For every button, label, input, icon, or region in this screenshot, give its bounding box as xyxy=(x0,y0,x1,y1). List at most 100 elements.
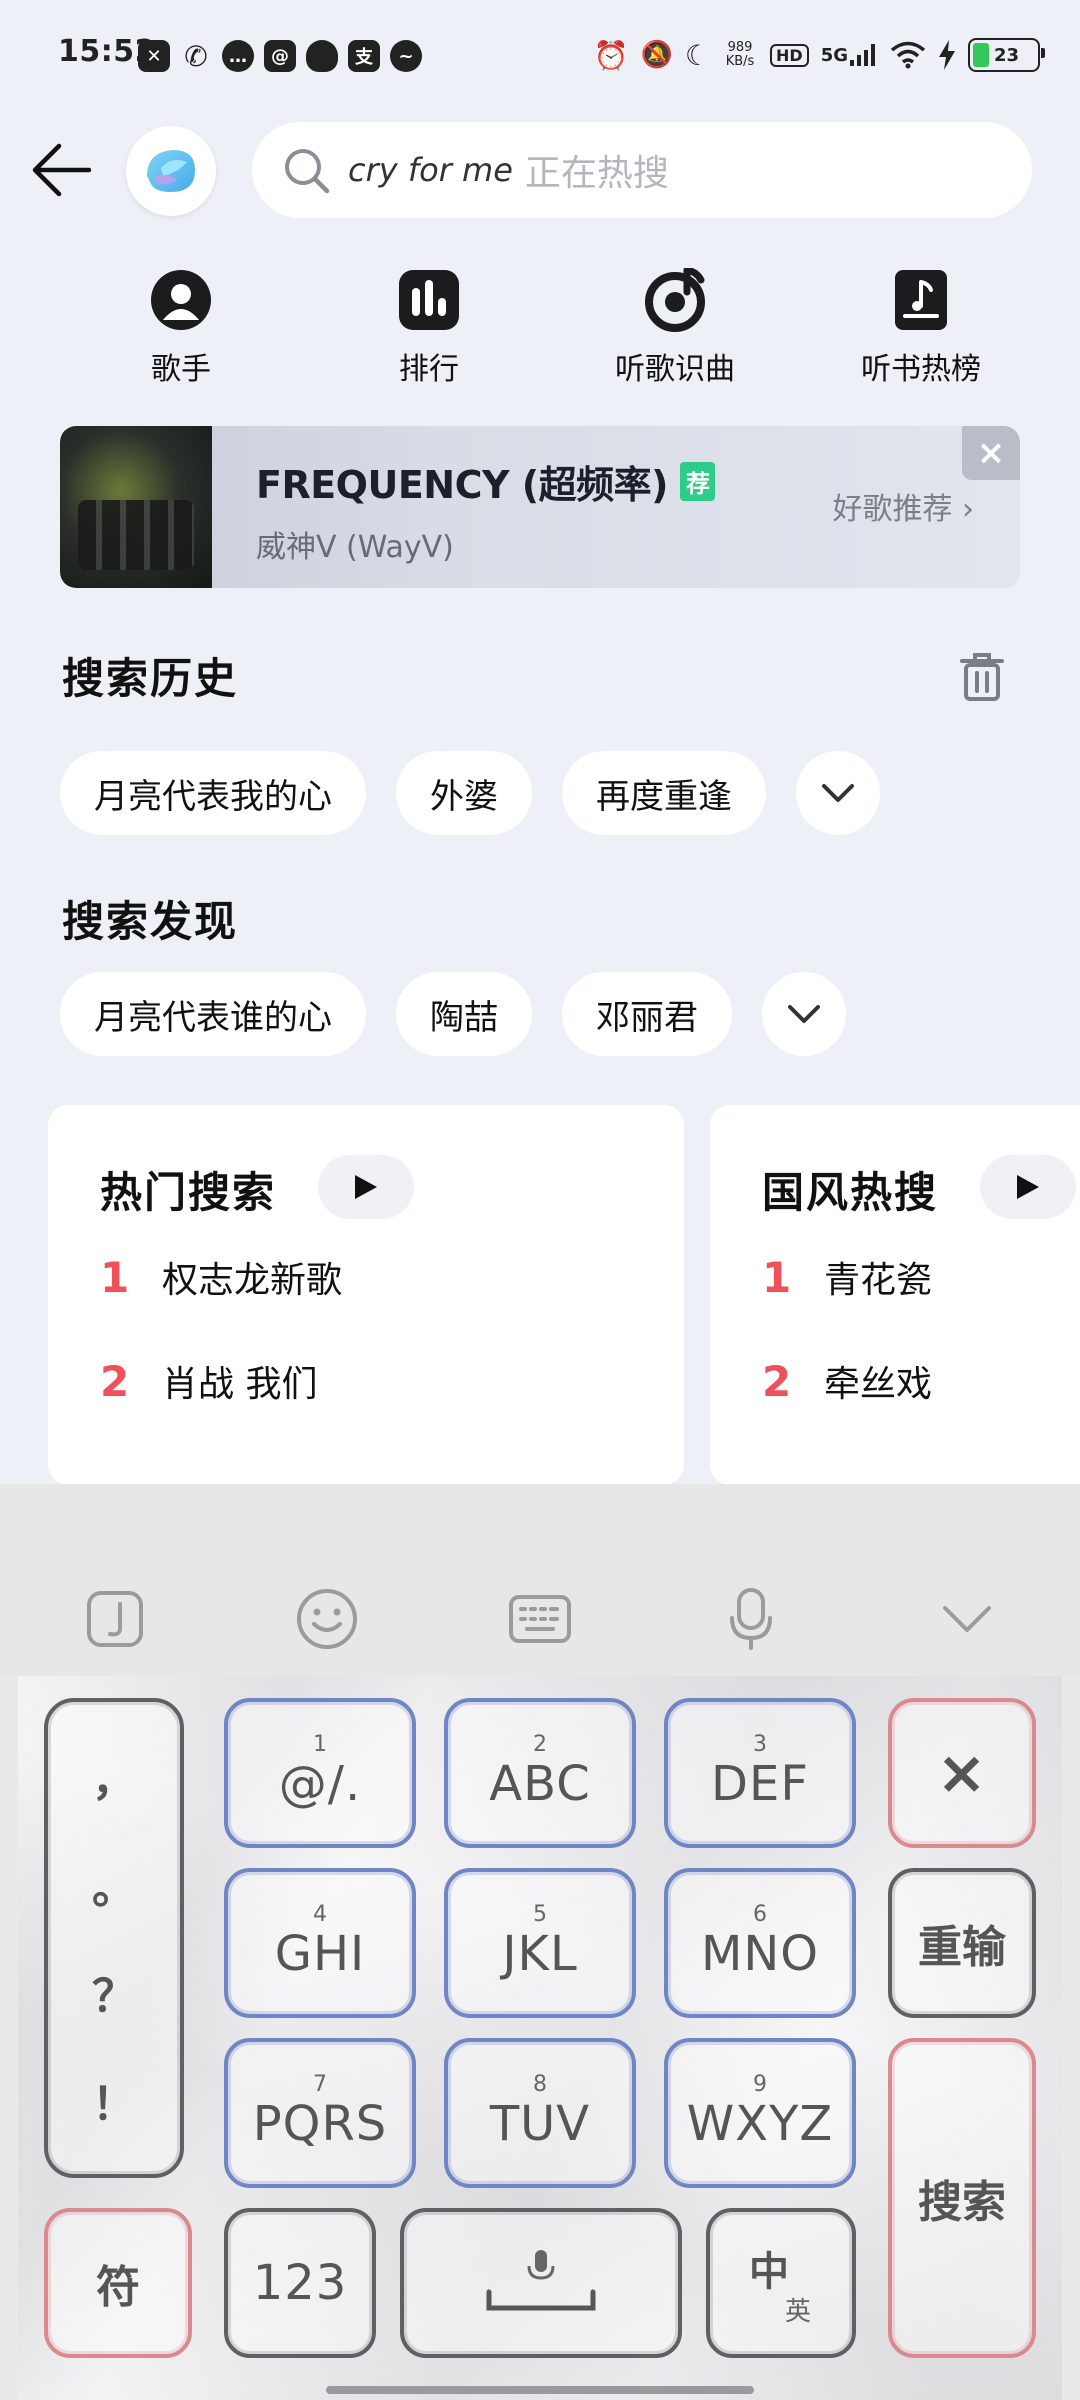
quick-nav-singer[interactable]: 歌手 xyxy=(96,268,266,388)
search-bar[interactable]: cry for me 正在热搜 xyxy=(252,122,1032,218)
alipay-icon: 支 xyxy=(348,40,380,72)
delete-key[interactable]: × xyxy=(888,1698,1036,1848)
key-sub-label: 英 xyxy=(784,2296,811,2327)
key-label: @/. xyxy=(278,1756,362,1812)
hot-search-item[interactable]: 2 牵丝戏 xyxy=(762,1355,932,1407)
capcut-icon: ✕ xyxy=(138,40,170,72)
clear-history-button[interactable] xyxy=(950,645,1014,709)
album-cover xyxy=(60,426,212,588)
key-number: 9 xyxy=(753,2072,767,2097)
recommendation-banner[interactable]: FREQUENCY (超频率) 荐 威神V (WayV) 好歌推荐 › × xyxy=(60,426,1020,588)
key-number: 2 xyxy=(533,1732,547,1757)
hot-search-item[interactable]: 1 青花瓷 xyxy=(762,1251,932,1303)
punctuation-question[interactable]: ？ xyxy=(92,1960,136,2024)
key-6[interactable]: 6 MNO xyxy=(664,1868,856,2018)
discover-chip[interactable]: 邓丽君 xyxy=(562,972,732,1056)
discover-chip[interactable]: 陶喆 xyxy=(396,972,532,1056)
do-not-disturb-icon: ☾ xyxy=(684,38,711,72)
hot-search-text: 牵丝戏 xyxy=(824,1364,933,1405)
key-label: WXYZ xyxy=(686,2096,834,2152)
key-3[interactable]: 3 DEF xyxy=(664,1698,856,1848)
search-history-title: 搜索历史 xyxy=(62,654,239,703)
punctuation-comma[interactable]: ， xyxy=(92,1744,136,1808)
back-button[interactable] xyxy=(25,135,95,205)
network-speed-unit: KB/s xyxy=(725,54,755,69)
language-switch-key[interactable]: 中 英 xyxy=(706,2208,856,2358)
punctuation-list[interactable]: ， 。 ？ ！ xyxy=(44,1698,184,2178)
key-number: 8 xyxy=(533,2072,547,2097)
key-8[interactable]: 8 TUV xyxy=(444,2038,636,2188)
key-1[interactable]: 1 @/. xyxy=(224,1698,416,1848)
hot-search-item[interactable]: 1 权志龙新歌 xyxy=(100,1251,342,1303)
backspace-icon: × xyxy=(936,1738,988,1808)
keyboard-switch-button[interactable] xyxy=(505,1584,575,1654)
guofeng-hot-card: 国风热搜 1 青花瓷 2 牵丝戏 xyxy=(710,1105,1080,1485)
history-chip[interactable]: 再度重逢 xyxy=(562,751,766,835)
search-input[interactable]: cry for me xyxy=(348,151,513,189)
banner-artist: 威神V (WayV) xyxy=(256,530,454,565)
app-logo[interactable] xyxy=(126,126,216,216)
hot-search-item[interactable]: 2 肖战 我们 xyxy=(100,1355,317,1407)
key-5[interactable]: 5 JKL xyxy=(444,1868,636,2018)
quick-nav-music-recognition[interactable]: 听歌识曲 xyxy=(590,268,760,388)
expand-history-button[interactable] xyxy=(796,751,880,835)
symbols-key[interactable]: 符 xyxy=(44,2208,192,2358)
punctuation-period[interactable]: 。 xyxy=(92,1852,136,1916)
skin-button[interactable] xyxy=(80,1584,150,1654)
space-key[interactable] xyxy=(400,2208,682,2358)
chart-icon xyxy=(397,268,461,332)
play-hot-search-button[interactable] xyxy=(318,1155,414,1219)
expand-discover-button[interactable] xyxy=(762,972,846,1056)
history-chip[interactable]: 外婆 xyxy=(396,751,532,835)
play-icon xyxy=(1017,1175,1039,1199)
back-arrow-icon xyxy=(32,143,91,197)
emoji-button[interactable] xyxy=(292,1584,362,1654)
quick-nav-label: 听歌识曲 xyxy=(615,352,735,387)
search-key[interactable]: 搜索 xyxy=(888,2038,1036,2358)
reset-key[interactable]: 重输 xyxy=(888,1868,1036,2018)
numbers-key[interactable]: 123 xyxy=(224,2208,376,2358)
quick-nav-label: 听书热榜 xyxy=(861,352,981,387)
key-label: PQRS xyxy=(252,2096,388,2152)
chevron-down-icon xyxy=(822,784,854,802)
key-7[interactable]: 7 PQRS xyxy=(224,2038,416,2188)
hide-keyboard-button[interactable] xyxy=(932,1584,1002,1654)
key-label: 搜索 xyxy=(918,2177,1006,2228)
singer-icon xyxy=(149,268,213,332)
key-number: 1 xyxy=(313,1732,327,1757)
network-speed: 989 KB/s xyxy=(722,41,758,69)
key-number: 4 xyxy=(313,1902,327,1927)
voice-input-button[interactable] xyxy=(716,1584,786,1654)
rank-number: 1 xyxy=(100,1252,130,1302)
quick-nav-chart[interactable]: 排行 xyxy=(344,268,514,388)
rank-number: 2 xyxy=(762,1356,792,1406)
home-indicator[interactable] xyxy=(326,2386,754,2394)
music-app-logo-icon xyxy=(147,150,195,192)
battery-icon: 23 xyxy=(968,38,1045,72)
key-number: 5 xyxy=(533,1902,547,1927)
music-recognition-icon xyxy=(643,268,707,332)
good-song-recommend-link[interactable]: 好歌推荐 › xyxy=(832,484,974,528)
rank-number: 2 xyxy=(100,1356,130,1406)
hot-search-text: 青花瓷 xyxy=(824,1260,933,1301)
search-discover-chips: 月亮代表谁的心 陶喆 邓丽君 xyxy=(60,972,846,1056)
network-speed-value: 989 xyxy=(727,40,753,55)
key-label: 重输 xyxy=(918,1922,1006,1973)
key-4[interactable]: 4 GHI xyxy=(224,1868,416,2018)
key-2[interactable]: 2 ABC xyxy=(444,1698,636,1848)
keyboard-toolbar xyxy=(0,1484,1080,1676)
history-chip[interactable]: 月亮代表我的心 xyxy=(60,751,366,835)
discover-chip[interactable]: 月亮代表谁的心 xyxy=(60,972,366,1056)
hot-search-card: 热门搜索 1 权志龙新歌 2 肖战 我们 xyxy=(48,1105,684,1485)
search-hint: 正在热搜 xyxy=(524,153,669,194)
search-discover-title: 搜索发现 xyxy=(62,897,239,946)
play-guofeng-button[interactable] xyxy=(980,1155,1076,1219)
banner-close-button[interactable]: × xyxy=(962,426,1020,480)
chevron-down-icon xyxy=(943,1606,991,1632)
network-label: 5G xyxy=(820,45,848,66)
wifi-icon xyxy=(890,41,926,69)
battery-level: 23 xyxy=(994,44,1020,66)
key-9[interactable]: 9 WXYZ xyxy=(664,2038,856,2188)
punctuation-exclamation[interactable]: ！ xyxy=(92,2068,136,2132)
quick-nav-audiobook[interactable]: 听书热榜 xyxy=(836,268,1006,388)
